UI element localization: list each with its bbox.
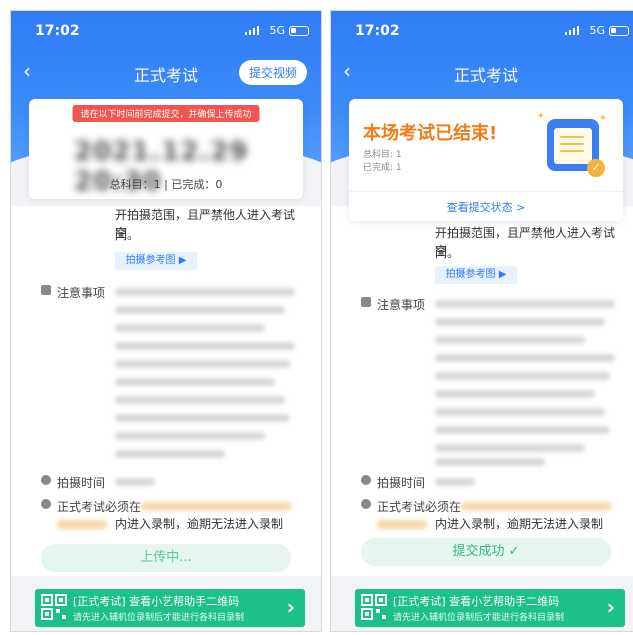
blurred-text [435, 458, 545, 466]
reference-photo-button[interactable]: 拍摄参考图 ▶ [435, 266, 517, 284]
blurred-text [115, 432, 265, 440]
deadline-notice: 请在以下时间前完成提交，并确保上传成功 [72, 105, 260, 122]
blurred-text [435, 372, 610, 380]
exam-instructions: 开拍摄范围，且严禁他人进入考试空 间。 拍摄参考图 ▶ 注意事项 拍摄时间 正式… [331, 206, 633, 576]
blurred-text [435, 300, 615, 308]
blurred-text [435, 444, 585, 452]
blurred-text [435, 426, 610, 434]
blurred-text [115, 288, 295, 296]
blurred-text [435, 408, 605, 416]
status-bar: 17:02 5G [11, 11, 321, 51]
phone-screen-submitted: 17:02 5G ‹ 正式考试 开拍摄范围，且严禁他人进入考试空 间。 拍摄参考… [330, 10, 633, 632]
must-enter-label: 正式考试必须在 [377, 500, 462, 514]
must-enter-label: 正式考试必须在 [57, 500, 142, 514]
shoot-time-label: 拍摄时间 [377, 476, 426, 490]
deadline-card: 请在以下时间前完成提交，并确保上传成功 2021.12.29 20:30 总科目… [29, 99, 303, 199]
network-type: 5G [269, 24, 285, 37]
blurred-text [115, 450, 225, 458]
card-divider [349, 191, 623, 192]
nav-bar: ‹ 正式考试 提交视频 [11, 51, 321, 91]
network-type: 5G [589, 24, 605, 37]
exam-instructions: 开拍摄范围，且严禁他人进入考试空 间。 拍摄参考图 ▶ 注意事项 拍摄时间 正式… [11, 206, 321, 576]
blurred-text [435, 354, 615, 362]
banner-title: [正式考试] 查看小艺帮助手二维码 [73, 595, 240, 608]
sparkle-icon: ✦ [598, 113, 607, 124]
exam-ended-title: 本场考试已结束! [363, 123, 498, 144]
notes-label: 注意事项 [57, 286, 106, 300]
completed-subjects: 已完成: 1 [363, 163, 402, 173]
blurred-text [115, 342, 295, 350]
notes-icon [361, 297, 371, 307]
notes-icon [41, 285, 51, 295]
shoot-time-label: 拍摄时间 [57, 476, 106, 490]
blurred-text [377, 520, 427, 529]
battery-icon [289, 26, 309, 36]
instruction-text-line: 间。 [435, 246, 460, 260]
info-icon [361, 499, 371, 509]
submit-success-button[interactable]: 提交成功 ✓ [361, 538, 611, 566]
total-subjects: 总科目: 1 [363, 150, 402, 160]
phone-screen-uploading: 17:02 5G ‹ 正式考试 提交视频 开拍摄范围，且严禁他人进入考试空 间。… [10, 10, 322, 632]
chevron-right-icon: › [606, 595, 615, 619]
exam-ended-card: 本场考试已结束! 总科目: 1 已完成: 1 ✦ ✦ ✓ 查看提交状态 > [349, 99, 623, 221]
blurred-text [115, 360, 290, 368]
page-title: 正式考试 [453, 66, 518, 85]
blurred-text [115, 414, 290, 422]
info-icon [41, 499, 51, 509]
blurred-text [115, 378, 275, 386]
banner-subtitle: 请先进入辅机位录制后才能进行各科目录制 [73, 613, 245, 623]
screenshot-stage: 17:02 5G ‹ 正式考试 提交视频 开拍摄范围，且严禁他人进入考试空 间。… [0, 0, 633, 635]
blurred-text [115, 306, 285, 314]
blurred-text [115, 478, 155, 486]
qr-helper-banner[interactable]: [正式考试] 查看小艺帮助手二维码 请先进入辅机位录制后才能进行各科目录制 › [355, 589, 625, 627]
nav-bar: ‹ 正式考试 [331, 51, 633, 91]
notes-label: 注意事项 [377, 298, 426, 312]
banner-title: [正式考试] 查看小艺帮助手二维码 [393, 595, 560, 608]
signal-icon [565, 26, 579, 35]
qr-helper-banner[interactable]: [正式考试] 查看小艺帮助手二维码 请先进入辅机位录制后才能进行各科目录制 › [35, 589, 305, 627]
view-submit-status-link[interactable]: 查看提交状态 > [349, 199, 623, 215]
qr-code-icon [41, 594, 67, 620]
blurred-text [115, 324, 265, 332]
blurred-text [461, 502, 611, 511]
checkmark-icon: ✓ [587, 159, 605, 177]
status-time: 17:02 [355, 23, 400, 39]
qr-code-icon [361, 594, 387, 620]
subject-counts: 总科目：1 | 已完成：0 [109, 178, 223, 191]
blurred-text [57, 520, 107, 529]
uploading-status-button[interactable]: 上传中... [41, 544, 291, 572]
blurred-text [435, 318, 605, 326]
chevron-right-icon: › [286, 595, 295, 619]
signal-icon [245, 26, 259, 35]
status-time: 17:02 [35, 23, 80, 39]
blurred-text [435, 478, 475, 486]
clock-icon [41, 475, 51, 485]
banner-subtitle: 请先进入辅机位录制后才能进行各科目录制 [393, 613, 565, 623]
blurred-text [115, 396, 285, 404]
sparkle-icon: ✦ [536, 111, 545, 122]
blurred-text [435, 336, 585, 344]
blurred-text [435, 390, 595, 398]
submit-video-button[interactable]: 提交视频 [238, 60, 307, 85]
document-check-icon: ✓ [547, 119, 605, 177]
clock-icon [361, 475, 371, 485]
blurred-text [141, 502, 291, 511]
battery-icon [609, 26, 629, 36]
must-enter-tail: 内进入录制，逾期无法进入录制 [115, 517, 284, 531]
must-enter-tail: 内进入录制，逾期无法进入录制 [435, 517, 604, 531]
reference-photo-button[interactable]: 拍摄参考图 ▶ [115, 252, 197, 270]
instruction-text-line: 间。 [115, 228, 140, 242]
status-bar: 17:02 5G [331, 11, 633, 51]
